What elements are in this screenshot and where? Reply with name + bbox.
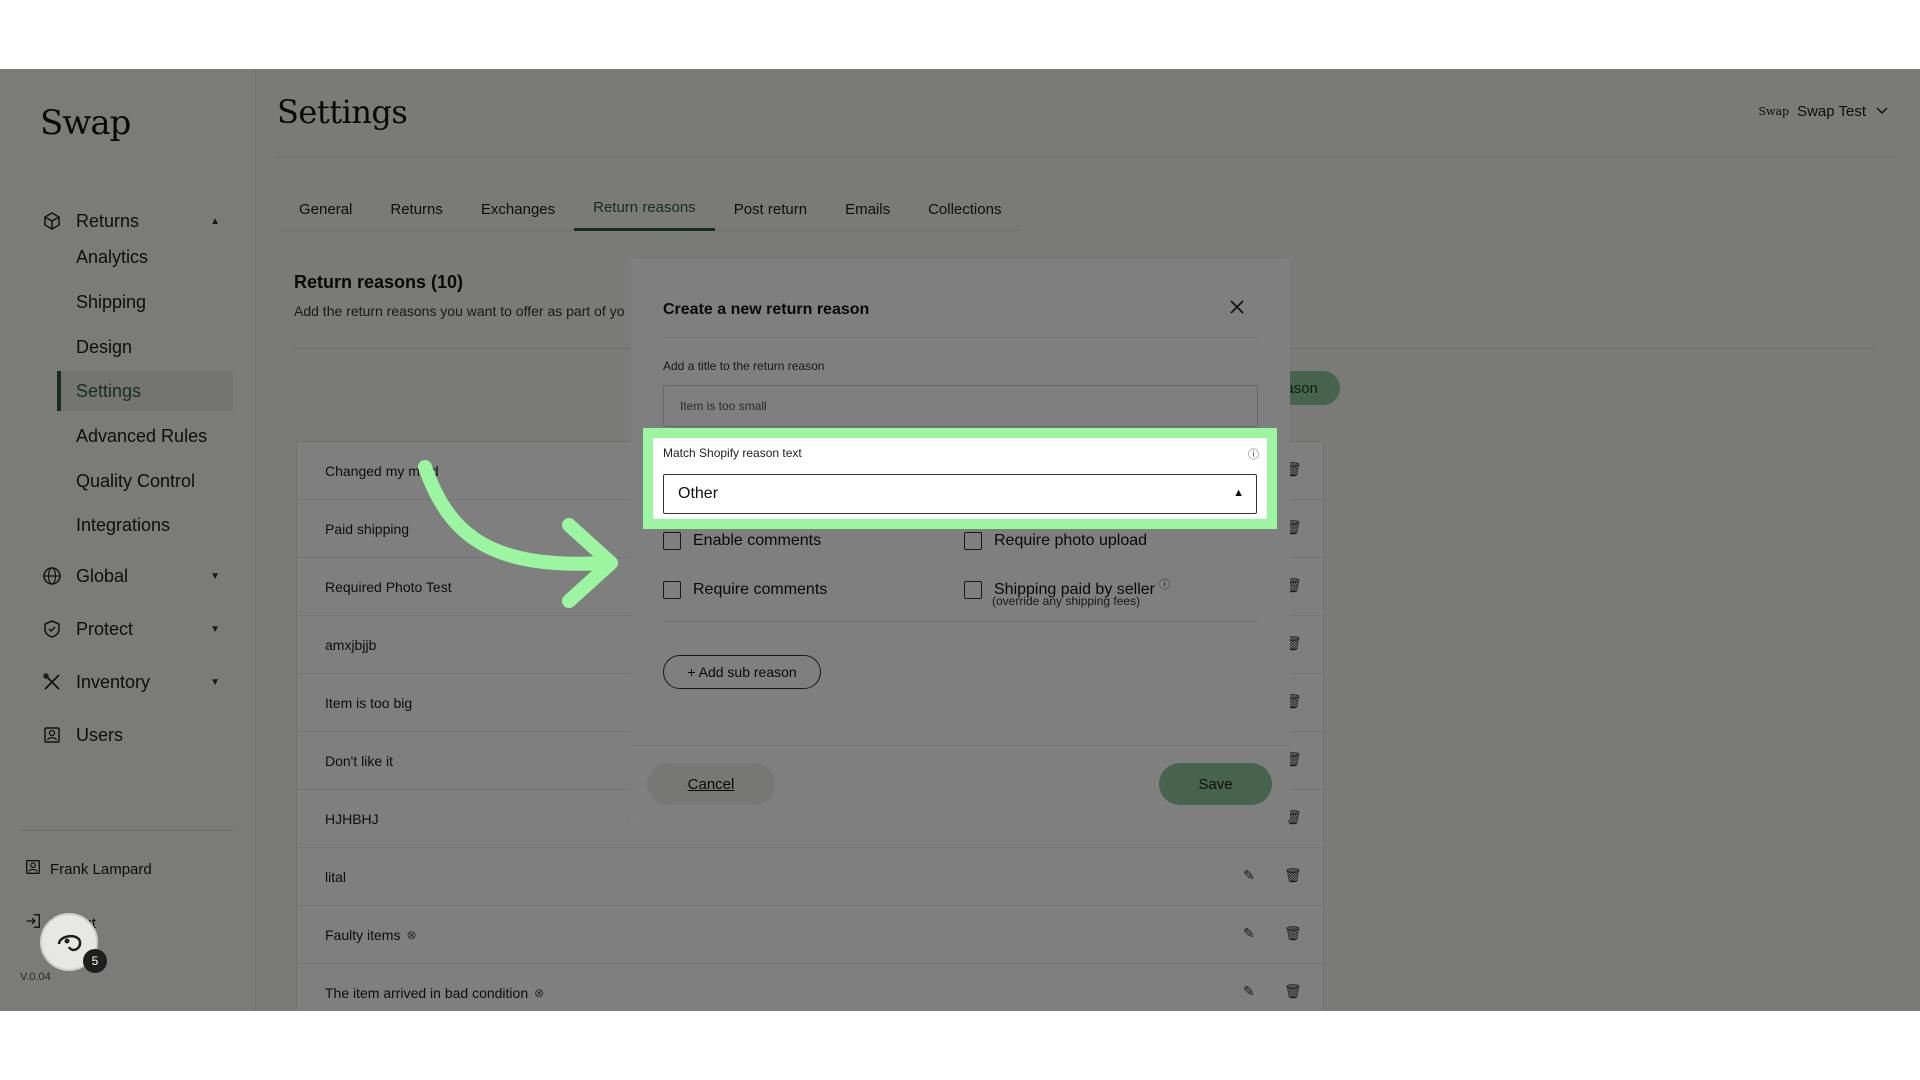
spotlight-dim xyxy=(631,259,1290,821)
app-frame: Swap Returns ▲ Analytics Shipping Design… xyxy=(0,69,1920,1011)
select-value: Other xyxy=(678,485,719,502)
match-shopify-select[interactable]: Other ▲ xyxy=(663,474,1257,514)
caret-up-icon: ▲ xyxy=(1233,487,1244,499)
spotlight-highlight: Match Shopify reason text ⓘ Other ▲ xyxy=(643,428,1277,529)
chat-notification-badge: 5 xyxy=(83,949,107,973)
chat-avatar-icon xyxy=(57,935,82,952)
tutorial-arrow-icon xyxy=(418,460,618,608)
help-icon[interactable]: ⓘ xyxy=(1248,446,1259,462)
match-shopify-label: Match Shopify reason text xyxy=(663,446,802,460)
